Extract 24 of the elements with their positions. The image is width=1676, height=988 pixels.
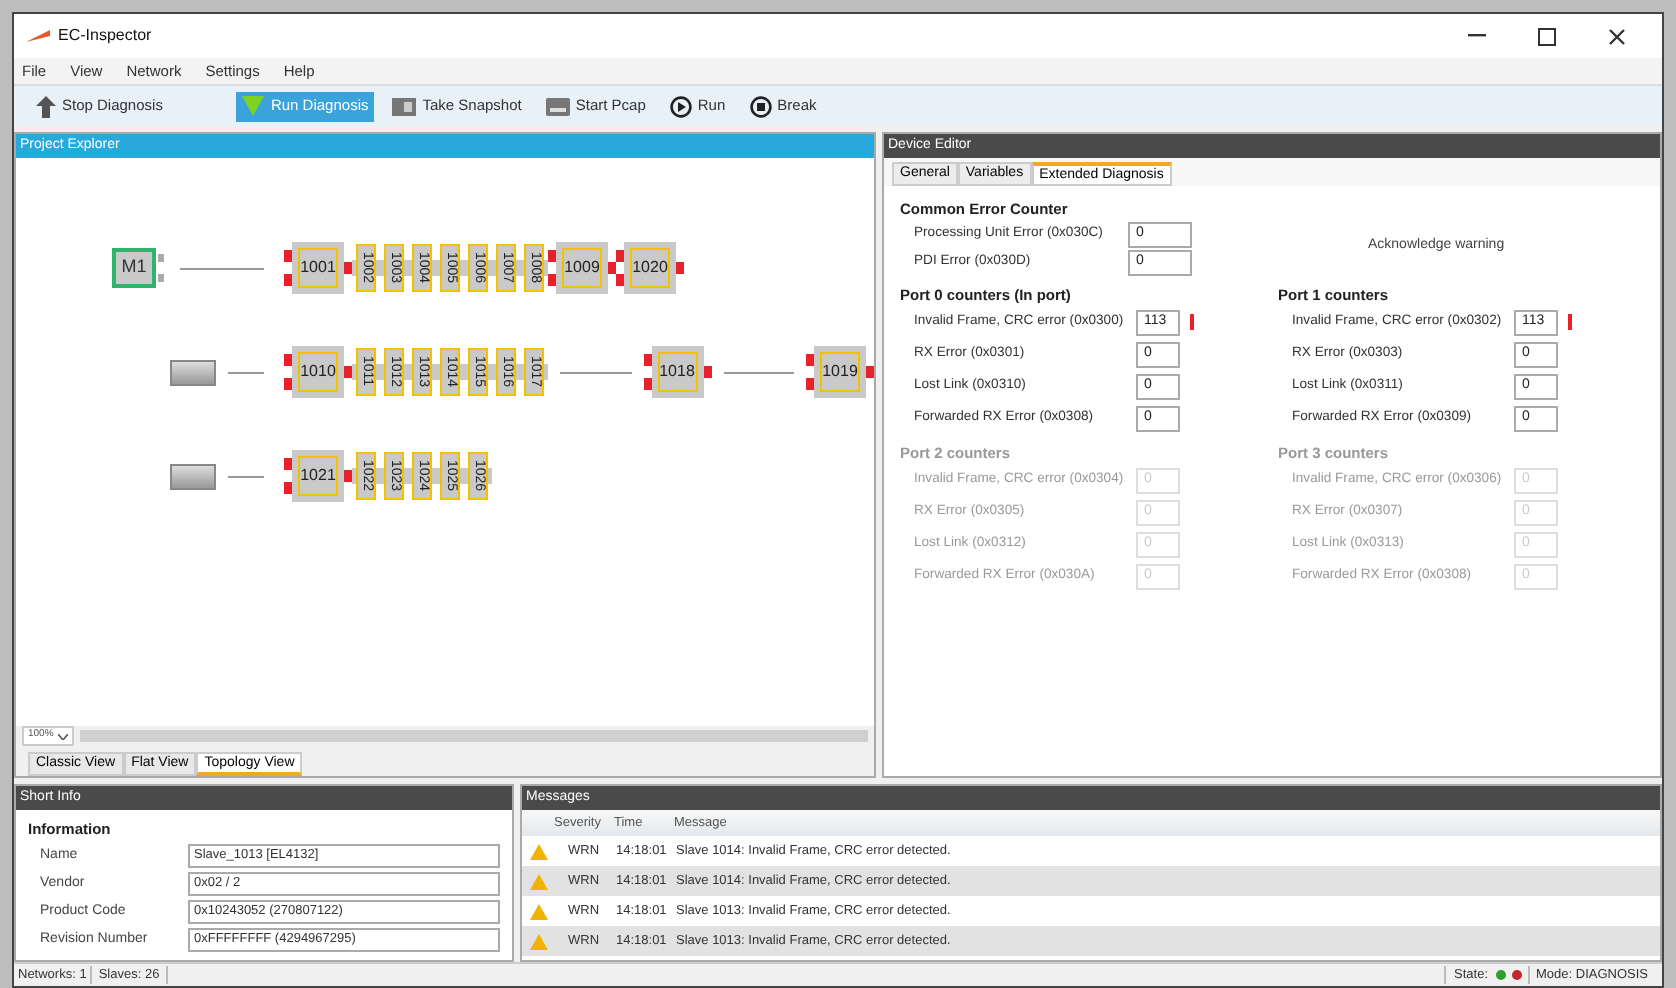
chevron-down-icon [57,733,68,739]
maximize-icon[interactable] [1538,27,1556,45]
close-icon[interactable] [1608,27,1626,45]
up-arrow-icon [36,95,56,117]
play-icon [669,95,692,117]
app-logo-icon [26,30,50,42]
coupler-node[interactable] [170,463,216,489]
device-node[interactable]: 1018 [651,346,703,398]
coupler-node[interactable] [170,359,216,385]
window-title: EC-Inspector [58,24,152,48]
device-node[interactable]: 1019 [814,346,866,398]
camera-icon [392,97,417,115]
minimize-icon[interactable] [1468,34,1486,38]
master-node[interactable]: M1 [112,248,156,288]
device-node[interactable]: 1021 [292,450,344,502]
device-node[interactable]: 1010 [292,346,344,398]
device-node[interactable]: 1020 [624,242,676,294]
horizontal-scrollbar[interactable] [79,730,868,742]
down-arrow-icon [242,96,265,116]
pause-icon [749,95,772,117]
device-node[interactable]: 1009 [556,242,608,294]
warning-mark [1568,314,1571,330]
device-node[interactable]: 1001 [292,242,344,294]
warning-mark [1190,314,1193,330]
